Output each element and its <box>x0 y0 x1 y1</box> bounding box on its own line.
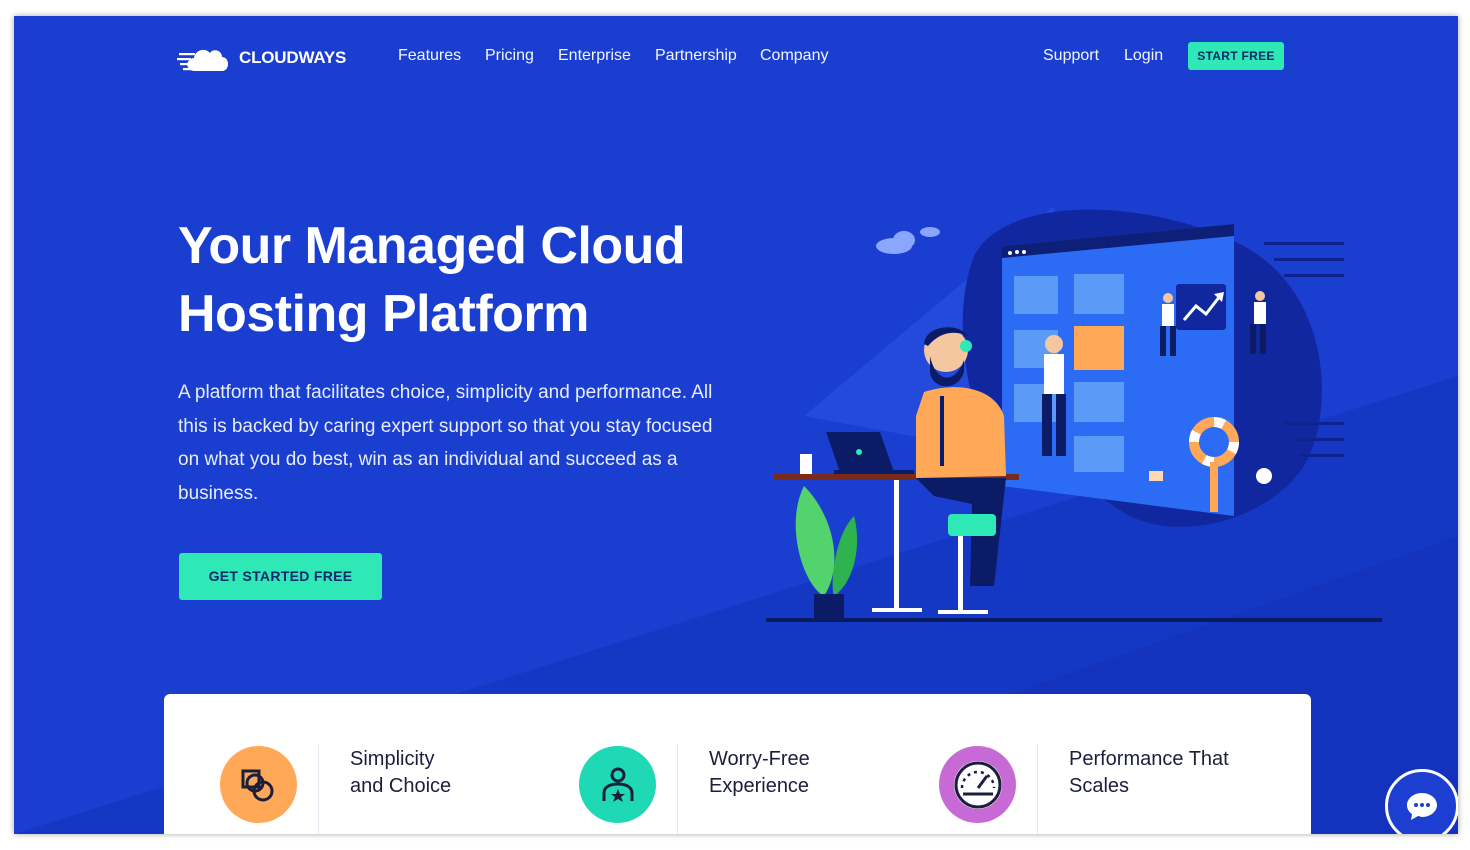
feature-divider <box>677 744 678 834</box>
hero-description: A platform that facilitates choice, simp… <box>178 382 713 504</box>
nav-link-partnership[interactable]: Partnership <box>655 47 737 65</box>
plant-icon <box>795 486 858 620</box>
chat-button[interactable] <box>1385 769 1458 834</box>
floor-line <box>766 618 1382 622</box>
feature-circle <box>579 746 656 823</box>
features-panel: Simplicity and Choice Worry-Free Experie… <box>164 694 1311 834</box>
hero-illustration <box>766 206 1382 622</box>
user-star-icon <box>602 767 633 802</box>
feature-title-line1: Performance That <box>1069 748 1229 770</box>
nav-link-features[interactable]: Features <box>398 47 461 65</box>
feature-title: Worry-Free Experience <box>709 746 909 800</box>
nav-link-company[interactable]: Company <box>760 47 828 65</box>
feature-title: Simplicity and Choice <box>350 746 550 800</box>
feature-title-line2: Scales <box>1069 775 1130 797</box>
feature-simplicity: Simplicity and Choice <box>164 694 544 834</box>
nav-link-pricing[interactable]: Pricing <box>485 47 534 65</box>
get-started-free-button[interactable]: GET STARTED FREE <box>179 553 382 600</box>
feature-divider <box>1037 744 1038 834</box>
feature-circle <box>220 746 297 823</box>
hero-title-line1: Your Managed Cloud <box>178 217 686 275</box>
hero-title: Your Managed Cloud Hosting Platform <box>178 212 778 348</box>
clouds-icon <box>876 227 940 254</box>
feature-title-line2: Experience <box>709 775 810 797</box>
feature-title-line1: Simplicity <box>350 748 435 770</box>
top-navigation: CLOUDWAYS Features Pricing Enterprise Pa… <box>14 16 1458 96</box>
feature-circle <box>939 746 1016 823</box>
feature-title-line2: and Choice <box>350 775 452 797</box>
speedometer-icon <box>953 760 1002 809</box>
logo-text: CLOUDWAYS <box>239 48 347 67</box>
nav-link-support[interactable]: Support <box>1043 47 1099 65</box>
page-frame: CLOUDWAYS Features Pricing Enterprise Pa… <box>14 16 1458 834</box>
logo[interactable]: CLOUDWAYS <box>177 42 346 74</box>
dashboard-screen <box>1002 224 1234 516</box>
start-free-button[interactable]: START FREE <box>1188 42 1284 70</box>
feature-performance: Performance That Scales <box>883 694 1283 834</box>
feature-divider <box>318 744 319 834</box>
nav-link-enterprise[interactable]: Enterprise <box>558 47 631 65</box>
hero-title-line2: Hosting Platform <box>178 285 589 343</box>
chart-icon <box>1176 284 1226 330</box>
nav-link-login[interactable]: Login <box>1124 47 1163 65</box>
clock-icon <box>1256 468 1272 484</box>
laptop-icon <box>826 432 914 474</box>
shapes-icon <box>241 769 273 801</box>
cup-icon <box>800 454 812 474</box>
feature-worry-free: Worry-Free Experience <box>523 694 903 834</box>
feature-title-line1: Worry-Free <box>709 748 810 770</box>
cloud-logo-icon <box>177 49 228 71</box>
feature-title: Performance That Scales <box>1069 746 1269 800</box>
chat-bubble-icon <box>1407 793 1437 820</box>
mail-icon <box>1149 471 1163 481</box>
